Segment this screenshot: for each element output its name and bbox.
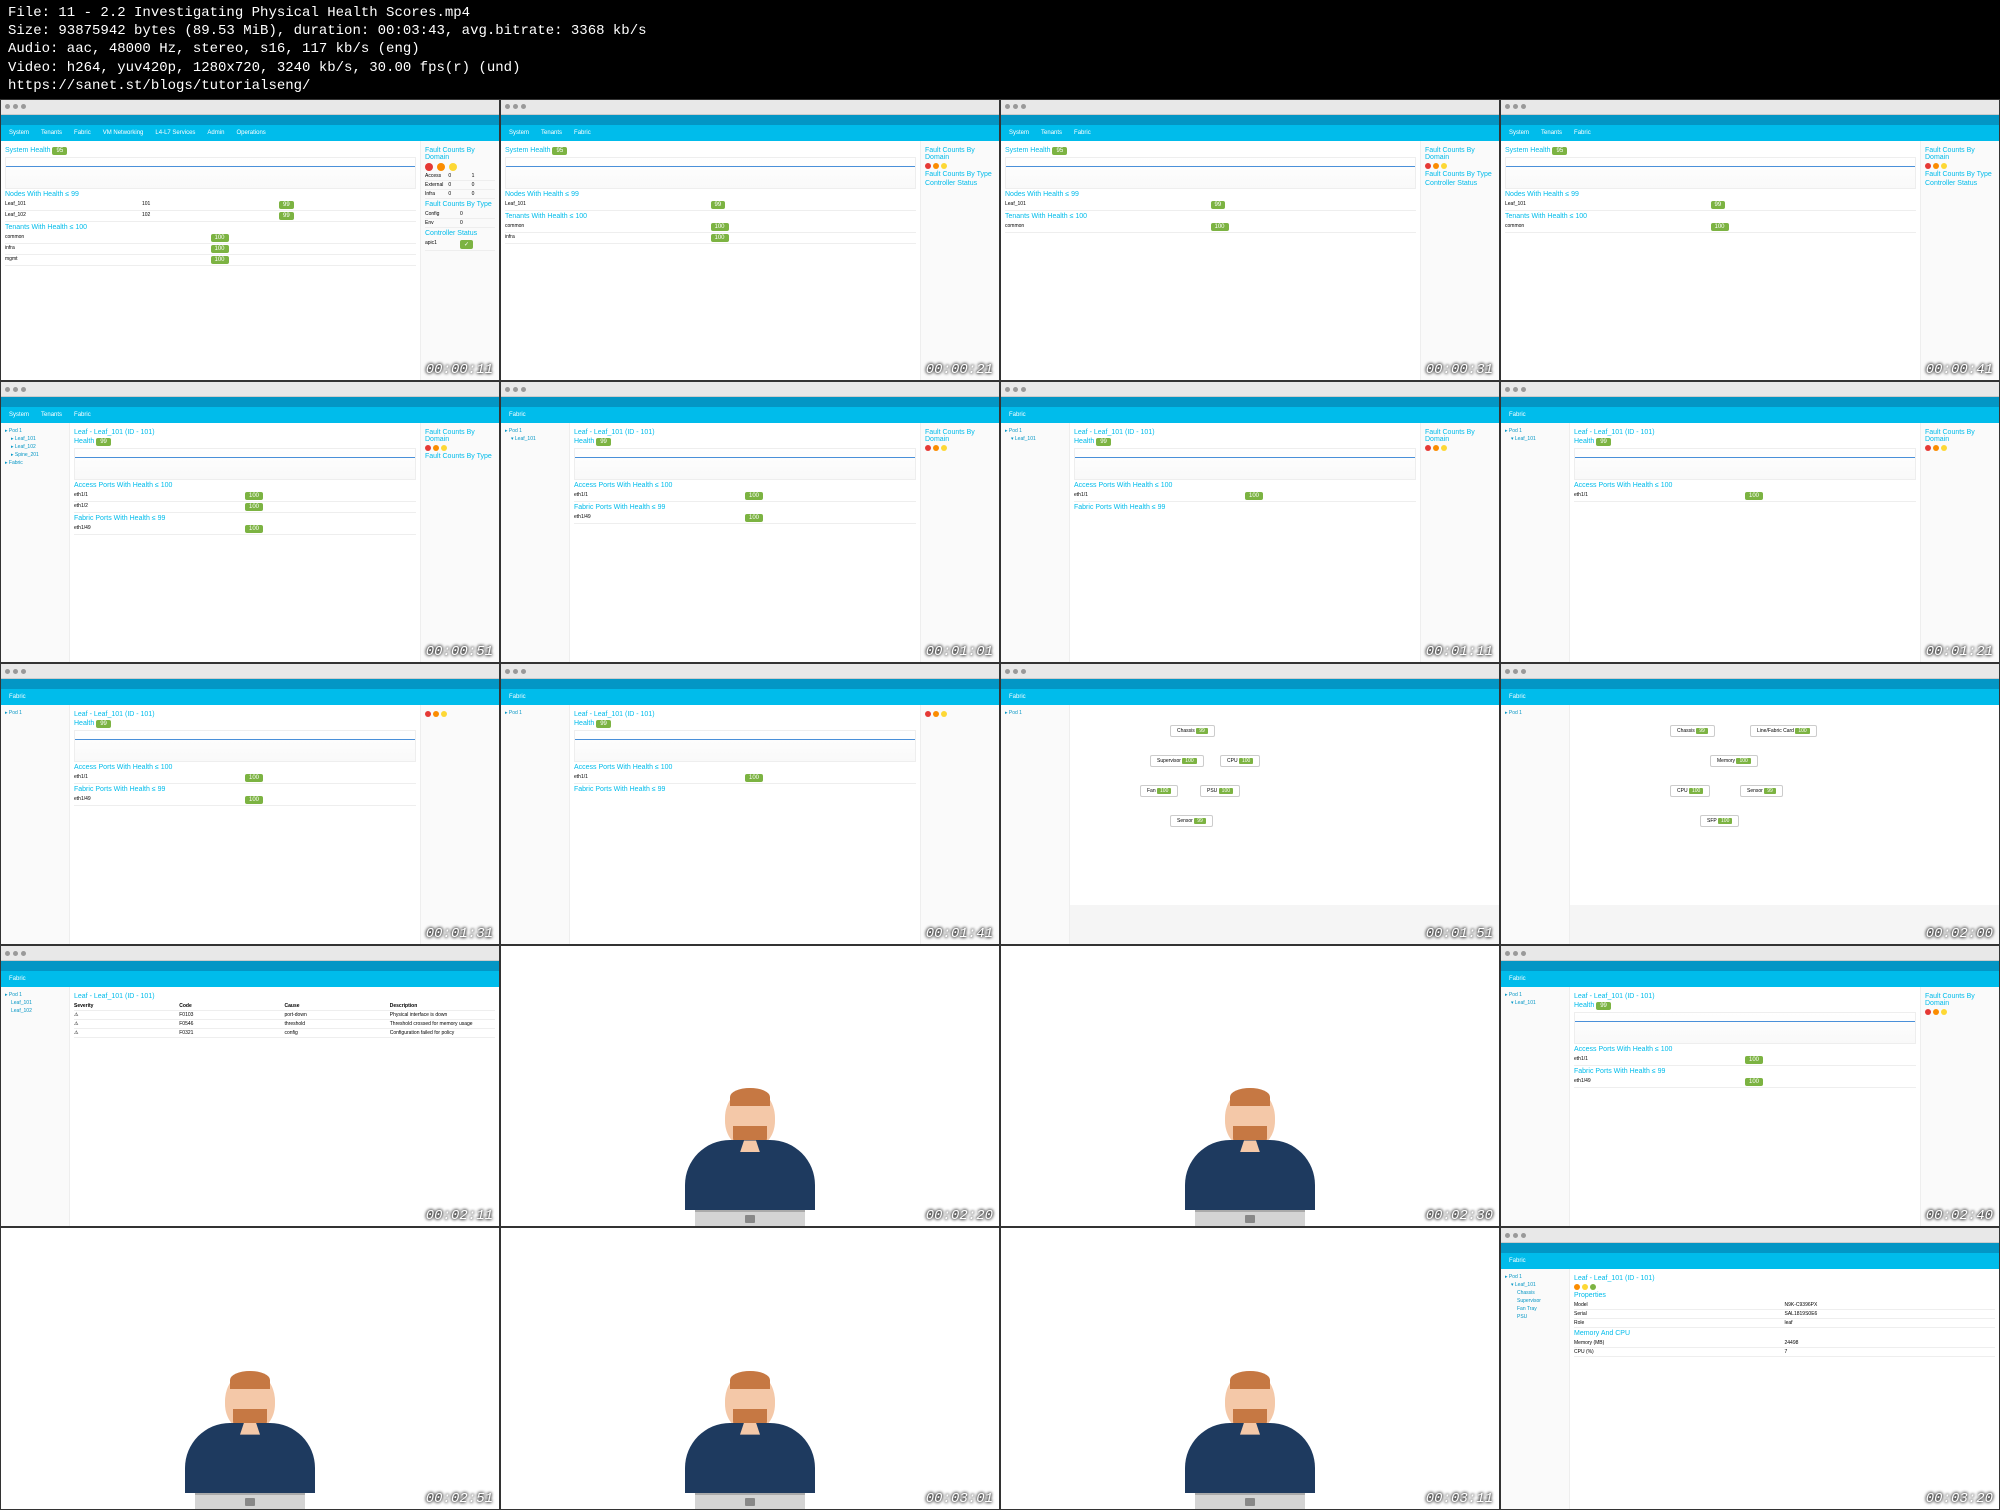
frame-8: Fabric ▸ Pod 1▾ Leaf_101Leaf - Leaf_101 … xyxy=(1500,381,2000,663)
system-health-title: System Health 95 xyxy=(5,147,416,155)
frame-2: SystemTenantsFabric System Health 95Node… xyxy=(500,99,1000,381)
nav-tree[interactable]: ▸ Pod 1▸ Leaf_101▸ Leaf_102▸ Spine_201▸ … xyxy=(1,423,70,663)
frame-17: 00:02:51 xyxy=(0,1227,500,1509)
topology-view[interactable]: Chassis 99 Supervisor 100 CPU 100 Fan 10… xyxy=(1070,705,1499,905)
cisco-nav[interactable]: SystemTenantsFabricVM NetworkingL4-L7 Se… xyxy=(1,125,499,141)
frame-12: Fabric ▸ Pod 1 Chassis 99 Line/Fabric Ca… xyxy=(1500,663,2000,945)
fault-type: Fault Counts By Type xyxy=(425,201,495,208)
frame-15: 00:02:30 xyxy=(1000,945,1500,1227)
health-chart xyxy=(5,157,416,189)
frame-14: 00:02:20 xyxy=(500,945,1000,1227)
frame-10: Fabric ▸ Pod 1Leaf - Leaf_101 (ID - 101)… xyxy=(500,663,1000,945)
fault-domain: Fault Counts By Domain xyxy=(425,147,495,161)
laptop-icon xyxy=(695,1210,805,1226)
frame-11: Fabric ▸ Pod 1 Chassis 99 Supervisor 100… xyxy=(1000,663,1500,945)
faults-table[interactable]: SeverityCodeCauseDescription⚠F0103port-d… xyxy=(74,1002,495,1038)
nodes-title: Nodes With Health ≤ 99 xyxy=(5,191,416,198)
tenants-table: common100infra100mgmt100 xyxy=(5,233,416,266)
browser-chrome xyxy=(1,100,499,115)
frame-19: 00:03:11 xyxy=(1000,1227,1500,1509)
properties-title: Properties xyxy=(1574,1292,1995,1299)
frame-18: 00:03:01 xyxy=(500,1227,1000,1509)
properties-table: ModelN9K-C9396PXSerialSAL1819S0E6Rolelea… xyxy=(1574,1301,1995,1328)
frame-20: Fabric ▸ Pod 1▾ Leaf_101ChassisSuperviso… xyxy=(1500,1227,2000,1509)
mem-cpu-title: Memory And CPU xyxy=(1574,1330,1995,1337)
thumbnail-grid: SystemTenantsFabricVM NetworkingL4-L7 Se… xyxy=(0,99,2000,1510)
nodes-table: Leaf_10110199Leaf_10210299 xyxy=(5,200,416,222)
frame-16: Fabric ▸ Pod 1▾ Leaf_101Leaf - Leaf_101 … xyxy=(1500,945,2000,1227)
tenants-title: Tenants With Health ≤ 100 xyxy=(5,224,416,231)
frame-1: SystemTenantsFabricVM NetworkingL4-L7 Se… xyxy=(0,99,500,381)
frame-3: SystemTenantsFabric System Health 95Node… xyxy=(1000,99,1500,381)
frame-13: Fabric ▸ Pod 1Leaf_101Leaf_102Leaf - Lea… xyxy=(0,945,500,1227)
frame-9: Fabric ▸ Pod 1Leaf - Leaf_101 (ID - 101)… xyxy=(0,663,500,945)
frame-7: Fabric ▸ Pod 1▾ Leaf_101Leaf - Leaf_101 … xyxy=(1000,381,1500,663)
frame-5: SystemTenantsFabric ▸ Pod 1▸ Leaf_101▸ L… xyxy=(0,381,500,663)
file-metadata: File: 11 - 2.2 Investigating Physical He… xyxy=(0,0,2000,99)
controller-status: Controller Status xyxy=(425,230,495,237)
frame-4: SystemTenantsFabric System Health 95Node… xyxy=(1500,99,2000,381)
timestamp: 00:00:11 xyxy=(426,362,493,378)
frame-6: Fabric ▸ Pod 1▾ Leaf_101Leaf - Leaf_101 … xyxy=(500,381,1000,663)
presenter xyxy=(501,946,999,1226)
